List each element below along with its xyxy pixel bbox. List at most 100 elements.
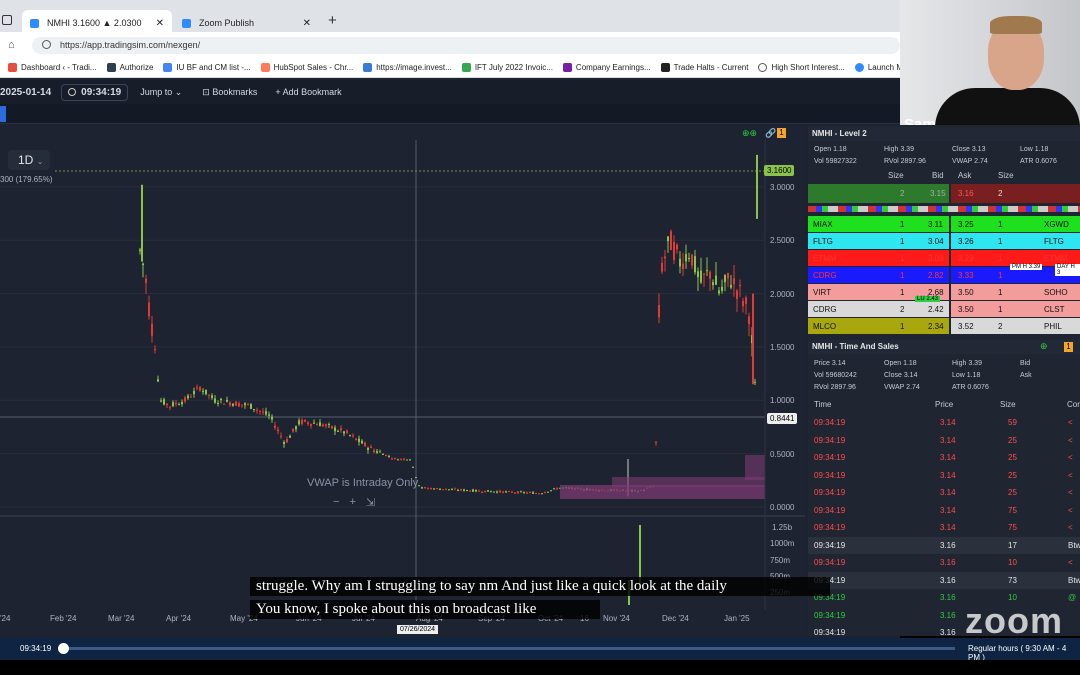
candle-body — [238, 403, 240, 407]
tas-cell-size: 17 — [1008, 540, 1017, 550]
new-tab-button[interactable]: + — [328, 12, 337, 29]
home-icon[interactable]: ⌂ — [8, 39, 15, 51]
level2-title: NMHI - Level 2 — [812, 129, 867, 138]
candle-body — [688, 257, 690, 259]
tas-row: 09:34:193.1459< B — [808, 414, 1080, 444]
candle-body — [181, 401, 183, 405]
candle-body — [280, 435, 282, 437]
bookmark-authorize[interactable]: Authorize — [106, 63, 153, 72]
candle-body — [334, 427, 336, 432]
candle-body — [244, 403, 246, 406]
candle-body — [481, 491, 483, 493]
tas-row: 09:34:193.1425< B — [808, 449, 1080, 479]
add-bookmark-button[interactable]: + Add Bookmark — [275, 87, 341, 97]
candle-body — [526, 492, 528, 494]
bookmark-ift-july[interactable]: IFT July 2022 Invoic... — [461, 63, 553, 72]
level2-cell-bmm: MLCO — [813, 322, 837, 331]
tas-cell-price: 3.14 — [940, 505, 956, 515]
replay-time-box[interactable]: 09:34:19 — [61, 83, 129, 101]
zoom-favicon-icon — [182, 18, 191, 28]
presenter-body — [935, 88, 1080, 125]
candle-body — [385, 454, 387, 456]
candle-body — [241, 404, 243, 406]
candle-body — [493, 491, 495, 493]
bookmarks-button[interactable]: ⊡ Bookmarks — [202, 87, 257, 98]
replay-time: 09:34:19 — [81, 86, 122, 98]
candle-body — [532, 492, 534, 494]
candle-body — [313, 422, 315, 424]
bookmark-high-short-interest[interactable]: High Short Interest... — [758, 63, 845, 72]
candle-body — [310, 423, 312, 426]
candle-body — [352, 435, 354, 437]
candle-body — [508, 491, 510, 493]
candle-body — [406, 459, 408, 461]
candle-body — [346, 430, 348, 433]
candle-body — [418, 485, 420, 487]
bookmark-company-earnings[interactable]: Company Earnings... — [562, 63, 651, 72]
candle-body — [214, 398, 216, 403]
url-input[interactable]: https://app.tradingsim.com/nexgen/ — [32, 37, 900, 54]
close-icon[interactable]: ✕ — [156, 18, 164, 29]
candle-body — [391, 458, 393, 460]
candle-body — [511, 491, 513, 493]
zoom-out-button[interactable]: − — [333, 496, 339, 509]
level2-cell-amm: FLTG — [1044, 237, 1064, 246]
tas-cell-size: 59 — [1008, 418, 1017, 427]
tas-settings-icon[interactable]: ⊕ — [1040, 341, 1048, 352]
price-tick: 1.0000 — [770, 396, 795, 405]
playback-handle[interactable] — [58, 643, 69, 654]
volume-profile — [745, 455, 765, 480]
bookmark-dashboard[interactable]: Dashboard ‹ - Tradi... — [8, 63, 97, 72]
candle-body — [202, 390, 204, 392]
candle-body — [340, 428, 342, 431]
candle-body — [505, 491, 507, 493]
candle-body — [490, 491, 492, 493]
playback-track[interactable] — [62, 647, 955, 650]
candle-body — [370, 446, 372, 449]
candle-body — [337, 430, 339, 432]
fit-button[interactable]: ⇲ — [366, 496, 375, 509]
candle-body — [451, 489, 453, 491]
date-tick: '24 — [0, 614, 11, 623]
level2-depth-strip — [808, 206, 1080, 212]
candle-body — [328, 423, 330, 425]
candle-body — [745, 297, 747, 304]
candle-body — [661, 262, 663, 272]
bookmark-image-invest[interactable]: https://image.invest... — [363, 63, 452, 72]
candle-body — [520, 491, 522, 493]
candle-body — [400, 458, 402, 460]
candle-body — [430, 488, 432, 490]
candle-body — [730, 284, 732, 288]
candle-body — [436, 488, 438, 490]
candle-body — [223, 403, 225, 405]
price-tick: 2.0000 — [770, 290, 795, 299]
subtitle-line-1: struggle. Why am I struggling to say nm … — [250, 577, 830, 596]
zoom-in-button[interactable]: + — [349, 496, 355, 509]
candle-body — [721, 286, 723, 291]
tas-cell-time: 09:34:19 — [814, 470, 846, 480]
bookmark-iu-bf[interactable]: IU BF and CM list -... — [163, 63, 251, 72]
replay-date[interactable]: 2025-01-14 — [0, 87, 51, 98]
jump-to-button[interactable]: Jump to ⌄ — [140, 87, 182, 98]
chart-settings-icon[interactable]: ⊕⊕ — [742, 128, 757, 139]
chart-subbar — [0, 104, 900, 124]
candle-body — [325, 424, 327, 426]
candle-body — [409, 459, 411, 461]
zoom-controls: − + ⇲ — [333, 496, 375, 509]
close-icon[interactable]: ✕ — [303, 18, 311, 29]
bookmark-icon — [260, 63, 270, 72]
bookmark-trade-halts[interactable]: Trade Halts - Current — [660, 63, 748, 72]
chevron-down-icon: ⌄ — [174, 86, 183, 97]
site-info-icon[interactable] — [42, 40, 51, 49]
candle-body — [397, 459, 399, 461]
tas-title: NMHI - Time And Sales — [812, 342, 899, 351]
tas-cell-cond: Btw — [1068, 540, 1080, 550]
candle-body — [259, 410, 261, 412]
window-menu-icon[interactable] — [2, 15, 12, 25]
candle-body — [541, 493, 543, 495]
replay-toolbar: 2025-01-14 09:34:19 Jump to ⌄ ⊡ Bookmark… — [0, 80, 900, 104]
tab-label: Zoom Publish — [199, 18, 255, 28]
panel-tab-indicator[interactable] — [0, 106, 6, 122]
link-icon[interactable]: 🔗 — [765, 128, 776, 139]
bookmark-hubspot[interactable]: HubSpot Sales - Chr... — [260, 63, 353, 72]
